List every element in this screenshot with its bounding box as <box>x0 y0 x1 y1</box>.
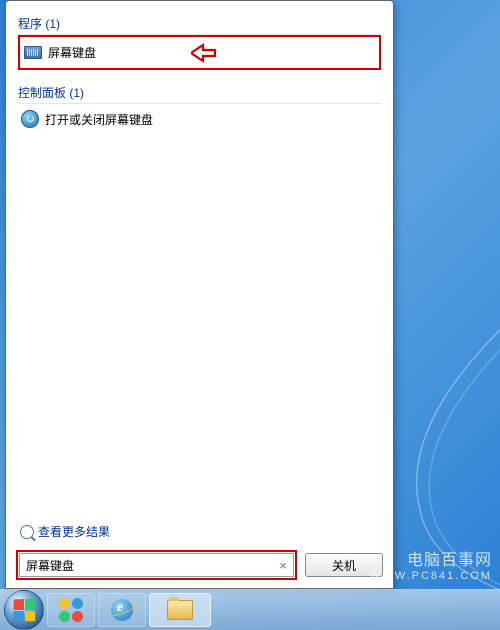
ease-of-access-icon <box>21 110 39 128</box>
search-input[interactable] <box>24 557 277 573</box>
windows-logo-icon <box>14 599 36 622</box>
start-button[interactable] <box>4 590 44 630</box>
clear-icon[interactable]: × <box>277 558 289 573</box>
arrow-annotation <box>191 41 221 65</box>
category-control-panel: 控制面板 (1) <box>18 80 381 104</box>
watermark-text: 电脑百事网 <box>407 552 492 569</box>
magnifier-icon <box>20 525 34 539</box>
folder-icon <box>167 600 193 620</box>
result-label: 打开或关闭屏幕键盘 <box>45 111 153 128</box>
category-programs: 程序 (1) <box>18 11 381 35</box>
more-results-label: 查看更多结果 <box>38 523 110 540</box>
taskbar-item-explorer[interactable] <box>149 593 211 627</box>
watermark: 电脑百事网 WWW.PC841.COM <box>370 546 492 582</box>
taskbar-item-ie[interactable] <box>98 593 146 627</box>
watermark-url: WWW.PC841.COM <box>370 570 492 582</box>
results-area: 程序 (1) 屏幕键盘 控制面板 (1) 打开或关闭屏幕键盘 <box>6 1 393 144</box>
keyboard-icon <box>24 46 42 59</box>
taskbar-item-gallery[interactable] <box>47 593 95 627</box>
flower-icon <box>59 598 83 622</box>
result-label: 屏幕键盘 <box>48 44 96 61</box>
see-more-results[interactable]: 查看更多结果 <box>20 523 110 540</box>
bottom-row: × 关机 <box>16 550 383 580</box>
taskbar <box>0 589 500 630</box>
ie-icon <box>111 599 133 621</box>
result-toggle-osk[interactable]: 打开或关闭屏幕键盘 <box>18 106 381 132</box>
highlight-annotation-bottom: × <box>16 550 297 580</box>
start-search-panel: 程序 (1) 屏幕键盘 控制面板 (1) 打开或关闭屏幕键盘 查看更多结果 × <box>5 0 394 589</box>
search-box[interactable]: × <box>19 553 294 577</box>
